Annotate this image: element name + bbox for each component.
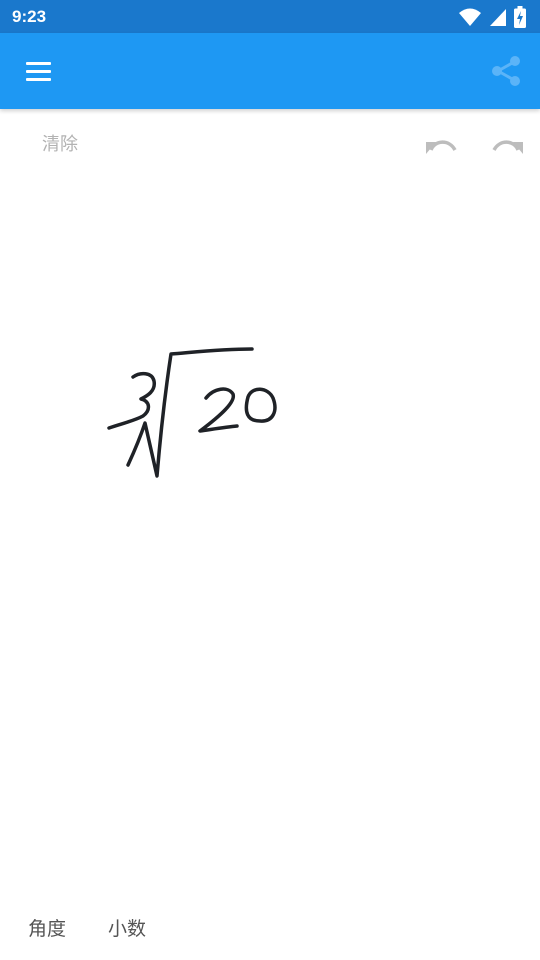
- undo-icon: [422, 140, 462, 172]
- tool-row: 清除: [0, 118, 540, 170]
- clear-button[interactable]: 清除: [32, 126, 88, 160]
- status-icons: [458, 5, 526, 28]
- handwriting-stroke: [107, 371, 157, 430]
- handwriting-stroke: [244, 387, 277, 423]
- drawing-canvas[interactable]: [0, 172, 540, 892]
- share-button[interactable]: [486, 51, 528, 93]
- battery-charging-icon: [514, 5, 526, 28]
- menu-button[interactable]: [14, 49, 62, 93]
- angle-mode-button[interactable]: 角度: [20, 910, 74, 944]
- handwritten-expression: [107, 347, 277, 478]
- redo-icon: [487, 140, 527, 172]
- bottom-bar: 角度 小数: [0, 900, 540, 956]
- status-time: 9:23: [12, 6, 47, 26]
- app-bar: [0, 33, 540, 109]
- wifi-icon: [458, 7, 482, 27]
- screen: 9:23 清除 角度 小数: [0, 0, 540, 960]
- cellular-signal-icon: [488, 7, 508, 27]
- handwriting-stroke: [198, 387, 239, 433]
- undo-button[interactable]: [422, 128, 462, 168]
- share-icon: [486, 56, 528, 97]
- decimal-mode-button[interactable]: 小数: [100, 910, 154, 944]
- status-bar: 9:23: [0, 0, 540, 33]
- redo-button[interactable]: [487, 128, 527, 168]
